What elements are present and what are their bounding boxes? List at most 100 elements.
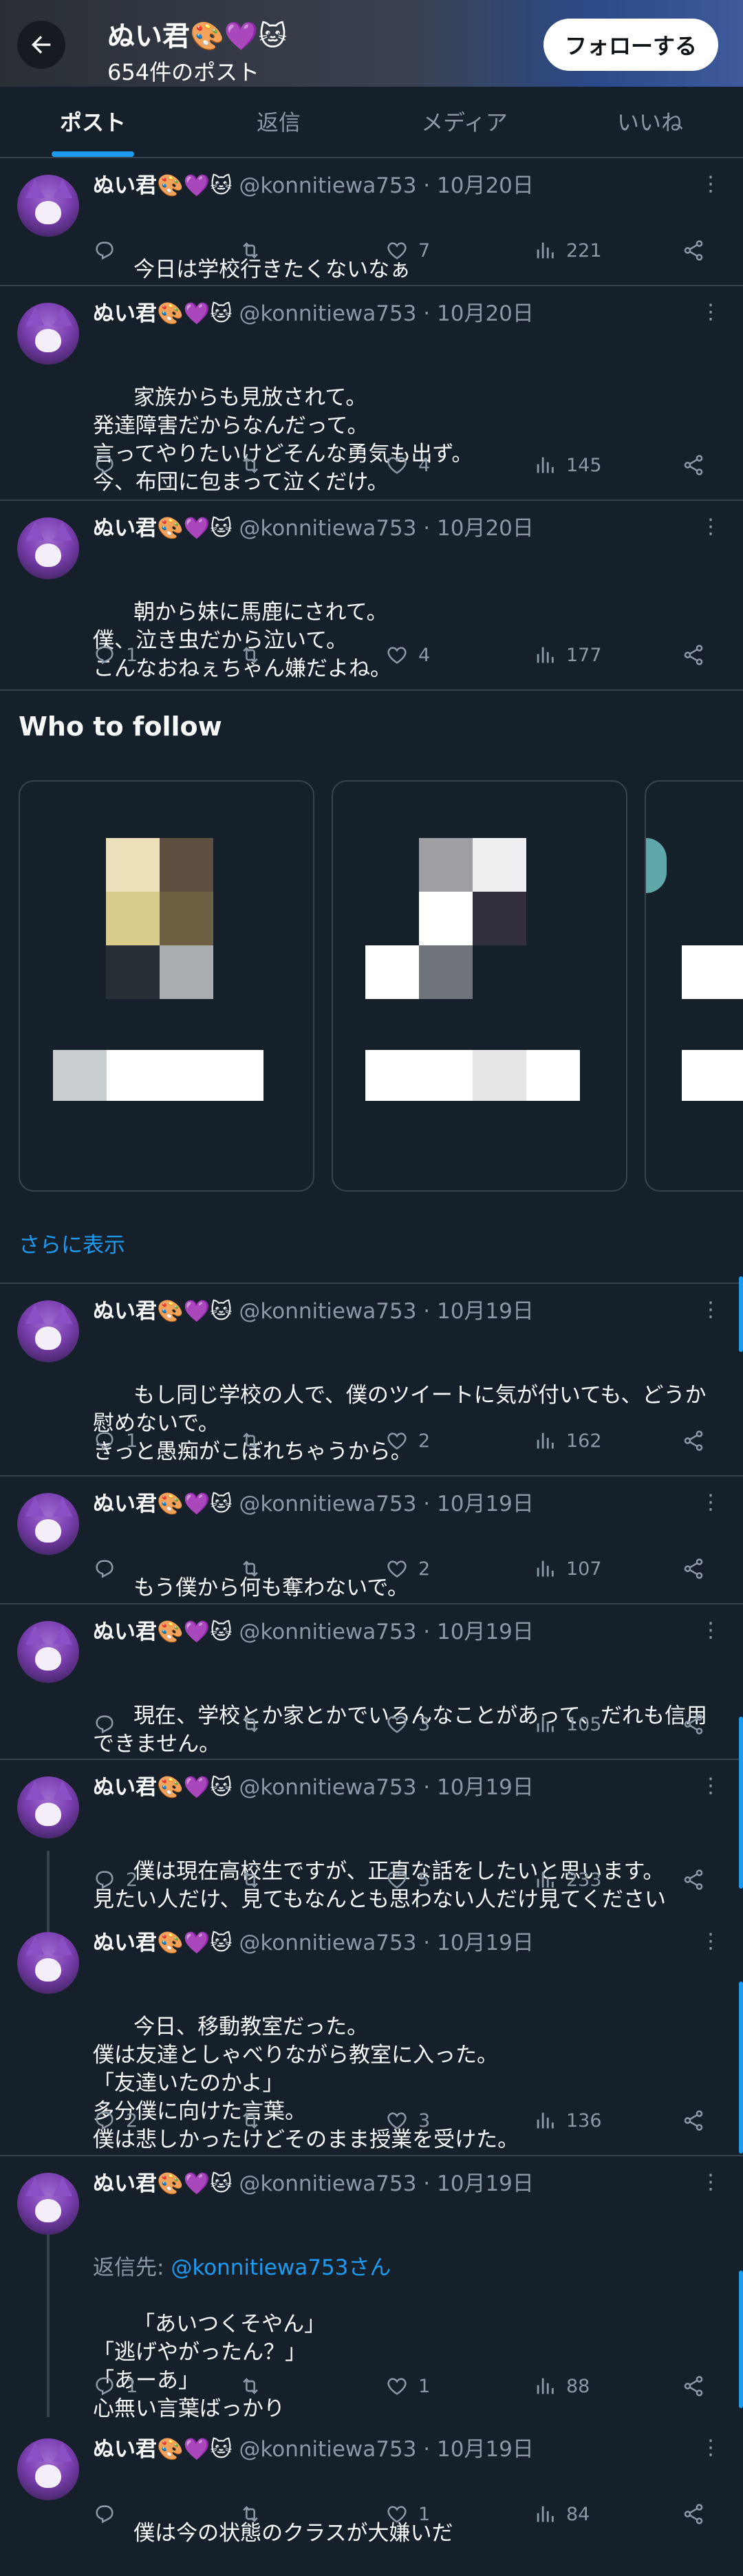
tweet[interactable]: ぬい君🎨💜🐱 @konnitiewa753 · 10月20日 ⋮ 家族からも見放… xyxy=(0,288,743,501)
like-button[interactable]: 5 xyxy=(385,1866,430,1893)
author-name[interactable]: ぬい君🎨💜🐱 xyxy=(93,1620,233,1644)
views-button[interactable]: 107 xyxy=(533,1555,602,1582)
repost-button[interactable] xyxy=(239,1427,272,1455)
share-button[interactable] xyxy=(682,1555,705,1582)
author-name[interactable]: ぬい君🎨💜🐱 xyxy=(93,516,233,541)
follow-suggestion-card[interactable] xyxy=(645,780,743,1192)
tweet[interactable]: ぬい君🎨💜🐱 @konnitiewa753 · 10月20日 ⋮ 朝から妹に馬鹿… xyxy=(0,502,743,691)
tab-media[interactable]: メディア xyxy=(372,87,557,157)
views-button[interactable]: 221 xyxy=(533,237,602,264)
views-button[interactable]: 162 xyxy=(533,1427,602,1455)
author-name[interactable]: ぬい君🎨💜🐱 xyxy=(93,1492,233,1516)
scrollbar-thumb[interactable] xyxy=(739,1717,743,1889)
author-name[interactable]: ぬい君🎨💜🐱 xyxy=(93,173,233,198)
more-options-icon[interactable]: ⋮ xyxy=(700,2436,721,2460)
follow-suggestion-card[interactable] xyxy=(19,780,314,1192)
repost-button[interactable] xyxy=(239,1555,272,1582)
avatar[interactable] xyxy=(17,175,79,237)
reply-button[interactable] xyxy=(93,1555,126,1582)
tweet[interactable]: ぬい君🎨💜🐱 @konnitiewa753 · 10月19日 ⋮ もう僕から何も… xyxy=(0,1478,743,1604)
share-button[interactable] xyxy=(682,2372,705,2400)
follow-suggestion-card[interactable] xyxy=(332,780,627,1192)
tweet[interactable]: ぬい君🎨💜🐱 @konnitiewa753 · 10月19日 ⋮ 僕は現在高校生… xyxy=(0,1761,743,1915)
like-button[interactable]: 3 xyxy=(385,2107,430,2134)
avatar[interactable] xyxy=(17,2438,79,2500)
more-options-icon[interactable]: ⋮ xyxy=(700,2170,721,2194)
author-name[interactable]: ぬい君🎨💜🐱 xyxy=(93,2171,233,2196)
views-button[interactable]: 88 xyxy=(533,2372,590,2400)
more-options-icon[interactable]: ⋮ xyxy=(700,515,721,539)
share-button[interactable] xyxy=(682,2500,705,2528)
views-button[interactable]: 177 xyxy=(533,641,602,669)
more-options-icon[interactable]: ⋮ xyxy=(700,1618,721,1642)
avatar[interactable] xyxy=(17,1493,79,1555)
tweet[interactable]: ぬい君🎨💜🐱 @konnitiewa753 · 10月19日 ⋮ 僕は今の状態の… xyxy=(0,2423,743,2546)
share-button[interactable] xyxy=(682,1427,705,1455)
tweet[interactable]: ぬい君🎨💜🐱 @konnitiewa753 · 10月19日 ⋮ 現在、学校とか… xyxy=(0,1606,743,1760)
tweet[interactable]: ぬい君🎨💜🐱 @konnitiewa753 · 10月20日 ⋮ 今日は学校行き… xyxy=(0,160,743,286)
author-name[interactable]: ぬい君🎨💜🐱 xyxy=(93,2437,233,2462)
views-button[interactable]: 84 xyxy=(533,2500,590,2528)
views-button[interactable]: 145 xyxy=(533,451,602,479)
reply-button[interactable]: 1 xyxy=(93,1427,138,1455)
tweet[interactable]: ぬい君🎨💜🐱 @konnitiewa753 · 10月19日 ⋮ もし同じ学校の… xyxy=(0,1285,743,1477)
reply-button[interactable] xyxy=(93,2500,126,2528)
avatar[interactable] xyxy=(17,2173,79,2235)
like-button[interactable]: 2 xyxy=(385,1427,430,1455)
more-options-icon[interactable]: ⋮ xyxy=(700,1490,721,1514)
scrollbar-thumb[interactable] xyxy=(739,1982,743,2154)
author-name[interactable]: ぬい君🎨💜🐱 xyxy=(93,1299,233,1324)
reply-button[interactable] xyxy=(93,451,126,479)
share-button[interactable] xyxy=(682,1710,705,1738)
avatar[interactable] xyxy=(17,1777,79,1838)
more-options-icon[interactable]: ⋮ xyxy=(700,1774,721,1798)
share-button[interactable] xyxy=(682,2107,705,2134)
scrollbar-thumb[interactable] xyxy=(739,1276,743,1352)
reply-button[interactable]: 2 xyxy=(93,1866,138,1893)
avatar[interactable] xyxy=(17,517,79,579)
share-button[interactable] xyxy=(682,641,705,669)
author-name[interactable]: ぬい君🎨💜🐱 xyxy=(93,301,233,326)
reply-button[interactable]: 2 xyxy=(93,2107,138,2134)
repost-button[interactable] xyxy=(239,2107,272,2134)
avatar[interactable] xyxy=(17,1621,79,1683)
reply-button[interactable]: 1 xyxy=(93,641,138,669)
reply-button[interactable]: 1 xyxy=(93,2372,138,2400)
avatar[interactable] xyxy=(17,303,79,365)
repost-button[interactable] xyxy=(239,237,272,264)
tab-replies[interactable]: 返信 xyxy=(186,87,372,157)
like-button[interactable]: 1 xyxy=(385,2500,430,2528)
author-name[interactable]: ぬい君🎨💜🐱 xyxy=(93,1775,233,1800)
back-button[interactable] xyxy=(17,21,65,69)
tab-likes[interactable]: いいね xyxy=(557,87,743,157)
like-button[interactable]: 1 xyxy=(385,2372,430,2400)
like-button[interactable]: 2 xyxy=(385,1555,430,1582)
tweet[interactable]: ぬい君🎨💜🐱 @konnitiewa753 · 10月19日 ⋮ 今日、移動教室… xyxy=(0,1917,743,2156)
repost-button[interactable] xyxy=(239,2500,272,2528)
follow-button[interactable]: フォローする xyxy=(543,19,718,71)
like-button[interactable]: 3 xyxy=(385,1710,430,1738)
repost-button[interactable] xyxy=(239,1866,272,1893)
more-options-icon[interactable]: ⋮ xyxy=(700,1298,721,1322)
like-button[interactable]: 4 xyxy=(385,451,430,479)
repost-button[interactable] xyxy=(239,641,272,669)
share-button[interactable] xyxy=(682,1866,705,1893)
tab-posts[interactable]: ポスト xyxy=(0,87,186,157)
like-button[interactable]: 7 xyxy=(385,237,430,264)
avatar[interactable] xyxy=(17,1300,79,1362)
author-name[interactable]: ぬい君🎨💜🐱 xyxy=(93,1931,233,1955)
avatar[interactable] xyxy=(17,1932,79,1994)
more-options-icon[interactable]: ⋮ xyxy=(700,300,721,324)
repost-button[interactable] xyxy=(239,451,272,479)
more-options-icon[interactable]: ⋮ xyxy=(700,1929,721,1953)
like-button[interactable]: 4 xyxy=(385,641,430,669)
show-more-link[interactable]: さらに表示 xyxy=(19,1227,125,1258)
more-options-icon[interactable]: ⋮ xyxy=(700,172,721,196)
scrollbar-thumb[interactable] xyxy=(739,2271,743,2408)
reply-button[interactable] xyxy=(93,237,126,264)
share-button[interactable] xyxy=(682,237,705,264)
views-button[interactable]: 136 xyxy=(533,2107,602,2134)
reply-button[interactable] xyxy=(93,1710,126,1738)
views-button[interactable]: 233 xyxy=(533,1866,602,1893)
repost-button[interactable] xyxy=(239,1710,272,1738)
